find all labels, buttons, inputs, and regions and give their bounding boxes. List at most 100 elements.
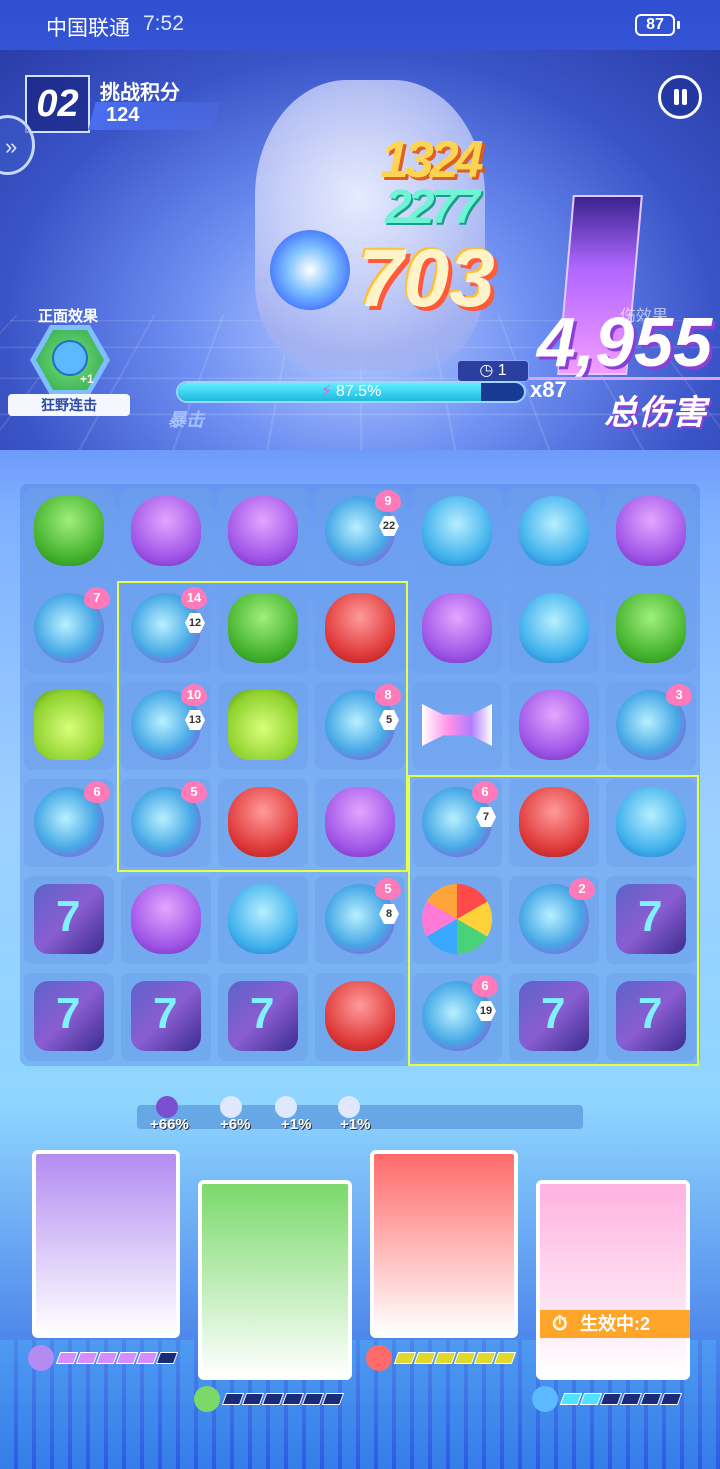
purple-tile [228,496,298,566]
combo-counter: x87 [530,377,567,402]
blue-tile [228,884,298,954]
hero-card-pink-girl[interactable] [536,1180,690,1380]
red-tile [519,787,589,857]
crystal-tile [131,981,201,1051]
energy-percent: 87.5% [335,383,382,400]
heart-counter-icon: 5 [181,781,207,803]
total-damage-label: 总伤害 [604,394,706,432]
wave-counter: 02 [25,75,90,133]
crystal-tile [616,884,686,954]
board-cell[interactable] [412,488,502,576]
buff-icon [52,340,88,376]
gauge-segment [155,1352,179,1364]
boss-energy-orb [270,230,350,310]
board-cell[interactable] [218,973,308,1061]
green-tile [616,593,686,663]
turn-timer: ◷ 1 [457,360,529,382]
board-cell[interactable]: 85 [315,682,405,770]
bonus-value: +1% [281,1116,312,1133]
heart-counter-icon: 6 [472,975,498,997]
board-cell[interactable]: 3 [606,682,696,770]
board-cell[interactable] [412,876,502,964]
heart-counter-icon: 6 [472,781,498,803]
board-cell[interactable] [509,682,599,770]
board-cell[interactable]: 58 [315,876,405,964]
blue-tile [519,496,589,566]
board-cell[interactable] [24,876,114,964]
board-cell[interactable] [315,973,405,1061]
board-cell[interactable]: 6 [24,779,114,867]
heart-counter-icon: 5 [375,878,401,900]
purple-tile [131,884,201,954]
board-cell[interactable]: 10 13 [121,682,211,770]
heart-counter-icon: 7 [84,587,110,609]
gauge-segment [599,1393,623,1405]
hero-girl-icon [532,1386,558,1412]
crystal-tile [34,981,104,1051]
board-cell[interactable]: 14 12 [121,585,211,673]
board-cell[interactable] [315,779,405,867]
board-cell[interactable]: 2 [509,876,599,964]
board-cell[interactable] [218,585,308,673]
gauge-segment [579,1393,603,1405]
crystal-tile [228,981,298,1051]
hero-gauge [393,1352,517,1364]
match-board: 922 7 1412 1013 85 3 6 5 6758 2619 [20,484,700,1066]
purple-tile [325,787,395,857]
heart-counter-icon: 3 [666,684,692,706]
hero-card-opera[interactable] [198,1180,352,1380]
bonus-value: +66% [150,1116,189,1133]
board-cell[interactable] [412,682,502,770]
board-cell[interactable] [606,779,696,867]
status-bar: 中国联通 7:52 87 [0,0,720,50]
buff-title: 正面效果 [38,308,99,325]
board-cell[interactable] [509,779,599,867]
gauge-segment [639,1393,663,1405]
board-cell[interactable] [315,585,405,673]
crystal-tile [519,981,589,1051]
purple-tile [422,593,492,663]
bottle-tile [34,690,104,760]
hero-gauge [559,1393,683,1405]
paw-icon [275,1096,297,1118]
ribbon-tile [422,704,492,746]
hero-card-bear-pilot[interactable] [370,1150,518,1338]
board-cell[interactable] [218,488,308,576]
pause-button[interactable] [658,75,702,119]
board-cell[interactable] [606,585,696,673]
gauge-segment [95,1352,119,1364]
hero-card-cat-ninja[interactable] [32,1150,180,1338]
board-cell[interactable] [509,585,599,673]
board-cell[interactable]: 6 19 [412,973,502,1061]
board-cell[interactable] [121,973,211,1061]
board-cell[interactable] [218,876,308,964]
board-cell[interactable]: 9 22 [315,488,405,576]
gauge-segment [473,1352,497,1364]
board-cell[interactable] [606,488,696,576]
board-cell[interactable] [606,876,696,964]
score-label: 挑战积分 [100,82,180,104]
board-cell[interactable] [509,973,599,1061]
wave-number: 02 [36,83,79,125]
board-cell[interactable] [218,682,308,770]
board-cell[interactable] [121,488,211,576]
buff-count: +1 [80,372,94,386]
board-cell[interactable] [218,779,308,867]
energy-text: ⚡ 87.5% [176,381,526,403]
score-value: 124 [106,104,140,126]
red-tile [325,593,395,663]
board-cell[interactable] [412,585,502,673]
board-cell[interactable]: 7 [24,585,114,673]
board-cell[interactable] [121,876,211,964]
carrier-name: 中国联通 [46,17,130,40]
damage-number: 2277 [385,181,480,234]
board-cell[interactable]: 67 [412,779,502,867]
effect-active-tag: 生效中:2 [540,1310,690,1338]
board-cell[interactable] [24,973,114,1061]
board-cell[interactable] [24,682,114,770]
board-cell[interactable] [606,973,696,1061]
board-cell[interactable]: 5 [121,779,211,867]
board-cell[interactable] [509,488,599,576]
gauge-segment [453,1352,477,1364]
board-cell[interactable] [24,488,114,576]
